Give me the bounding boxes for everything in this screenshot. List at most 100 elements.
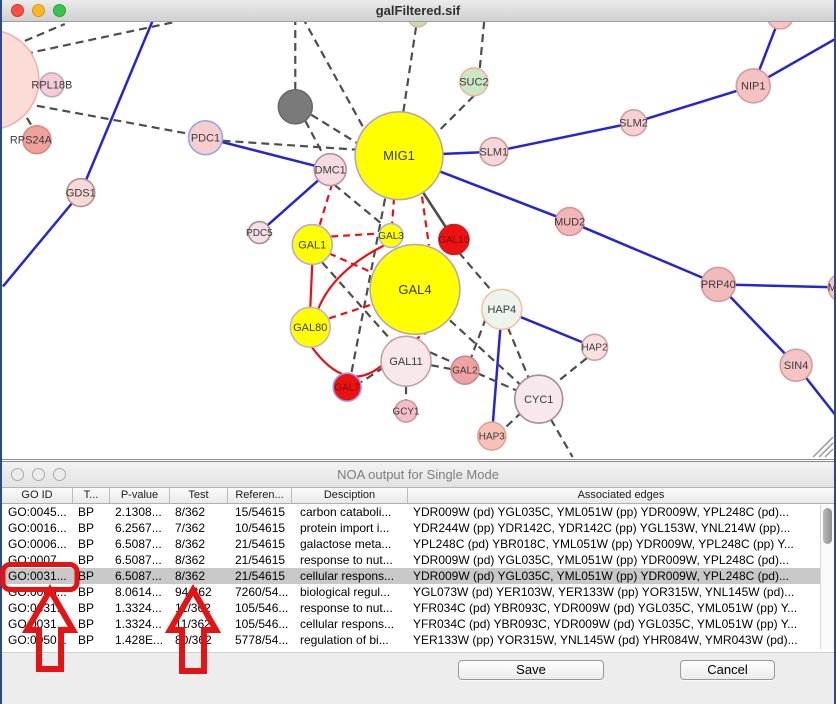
graph-node-GAL1[interactable]: GAL1 — [292, 225, 332, 265]
table-cell: YGL073W (pd) YER103W, YER133W (pp) YOR31… — [408, 584, 834, 600]
graph-edge[interactable] — [319, 184, 332, 227]
column-header-goid[interactable]: GO ID — [2, 488, 73, 503]
column-header-desciption[interactable]: Desciption — [292, 488, 408, 503]
graph-node-GAL11[interactable]: GAL11 — [381, 336, 431, 386]
graph-node-MUD2[interactable]: MUD2 — [554, 208, 585, 236]
resize-grip-icon[interactable] — [819, 443, 833, 457]
graph-node-RPS24A[interactable]: RPS24A — [10, 126, 53, 154]
graph-node-HAP3[interactable]: HAP3 — [478, 422, 506, 450]
table-cell: galactose meta... — [292, 536, 408, 552]
table-cell: 6.5087... — [110, 536, 170, 552]
save-button[interactable]: Save — [458, 660, 604, 680]
graph-edge[interactable] — [81, 22, 155, 193]
table-cell: GO:0031... — [2, 616, 73, 632]
graph-node-SUC2[interactable]: SUC2 — [459, 68, 488, 96]
table-row[interactable]: GO:0050...BP1.428E...80/3625778/54...reg… — [2, 632, 834, 648]
graph-edge[interactable] — [25, 22, 175, 54]
zoom-light-icon[interactable] — [53, 4, 66, 17]
graph-edge[interactable] — [310, 264, 312, 308]
graph-node-GAL10[interactable]: GAL10 — [438, 225, 469, 255]
table-row[interactable]: GO:0031...BP1.3324...11/362105/546...res… — [2, 600, 834, 616]
graph-edge[interactable] — [556, 358, 587, 383]
graph-edge[interactable] — [505, 412, 522, 428]
scrollbar-thumb[interactable] — [823, 508, 832, 544]
graph-node-NIP1[interactable]: NIP1 — [736, 69, 770, 103]
graph-node-HAP4[interactable]: HAP4 — [482, 289, 522, 329]
close-light-icon[interactable] — [11, 468, 24, 481]
graph-edge[interactable] — [634, 86, 754, 123]
table-cell: YDR244W (pp) YDR142C, YDR142C (pp) YGL15… — [408, 520, 834, 536]
graph-edge[interactable] — [422, 197, 429, 246]
table-row[interactable]: GO:0045...BP2.1308...8/36215/54615carbon… — [2, 504, 834, 520]
graph-edge[interactable] — [3, 193, 81, 287]
table-cell: YDR009W (pd) YGL035C, YML051W (pp) YDR00… — [408, 504, 834, 520]
graph-node-GAL4[interactable]: GAL4 — [370, 244, 460, 334]
graph-edge[interactable] — [494, 123, 634, 152]
graph-node-GAL3[interactable]: GAL3 — [378, 224, 404, 248]
table-row-selected[interactable]: GO:0031...BP6.5087...8/36221/54615cellul… — [2, 568, 834, 584]
column-header-referen[interactable]: Referen... — [228, 488, 292, 503]
minimize-light-icon[interactable] — [32, 4, 45, 17]
graph-node-CYC1[interactable]: CYC1 — [515, 375, 563, 423]
graph-node-HAP2[interactable]: HAP2 — [582, 334, 608, 360]
close-light-icon[interactable] — [11, 4, 24, 17]
graph-edge[interactable] — [205, 138, 330, 170]
table-row[interactable]: GO:0016...BP6.2567...7/36210/54615protei… — [2, 520, 834, 536]
graph-node-dark-gray-node[interactable] — [278, 90, 312, 124]
graph-edge[interactable] — [311, 115, 358, 144]
graph-node-PRP40[interactable]: PRP40 — [701, 267, 736, 301]
column-header-t[interactable]: T... — [73, 488, 110, 503]
graph-node-MIG1[interactable]: MIG1 — [355, 112, 443, 200]
zoom-light-icon[interactable] — [53, 468, 66, 481]
cancel-button[interactable]: Cancel — [680, 660, 775, 680]
graph-edge[interactable] — [570, 222, 719, 285]
graph-node-GAL2[interactable]: GAL2 — [451, 356, 479, 384]
graph-edge[interactable] — [438, 96, 474, 132]
graph-node-SIN4[interactable]: SIN4 — [780, 349, 812, 381]
graph-node-SLM2[interactable]: SLM2 — [619, 110, 648, 136]
table-cell: GO:0016... — [2, 520, 73, 536]
graph-node-SLM1[interactable]: SLM1 — [479, 138, 508, 166]
graph-edge[interactable] — [431, 365, 452, 369]
graph-edge[interactable] — [329, 253, 374, 273]
network-titlebar[interactable]: galFiltered.sif — [2, 0, 834, 22]
graph-node-top-right-node[interactable] — [767, 22, 793, 29]
network-canvas[interactable]: RPL18BRPS24AGDS1PDC1MIG1SUC2SLM1DMC1NIP1… — [2, 22, 834, 460]
table-cell: 8/362 — [170, 552, 228, 568]
graph-edge[interactable] — [311, 346, 382, 376]
table-row[interactable]: GO:0006...BP6.5087...8/36221/54615galact… — [2, 536, 834, 552]
graph-edge[interactable] — [331, 234, 379, 237]
graph-node-GAL7[interactable]: GAL7 — [333, 373, 361, 401]
graph-edge[interactable] — [392, 198, 394, 225]
table-cell: 6.5087... — [110, 552, 170, 568]
table-cell: 8.0614... — [110, 584, 170, 600]
graph-node-GAL80[interactable]: GAL80 — [290, 307, 330, 347]
graph-node-PDC1[interactable]: PDC1 — [189, 121, 223, 155]
graph-edge[interactable] — [508, 327, 529, 378]
vertical-scrollbar[interactable] — [820, 505, 834, 649]
table-cell: YER133W (pp) YOR315W, YNL145W (pd) YHR08… — [408, 632, 834, 648]
column-header-pvalue[interactable]: P-value — [110, 488, 170, 503]
graph-node-big-pink-node[interactable] — [2, 30, 39, 130]
graph-node-GDS1[interactable]: GDS1 — [66, 179, 96, 207]
graph-node-top-green-node[interactable] — [408, 22, 428, 27]
graph-edge[interactable] — [459, 252, 494, 293]
graph-edge[interactable] — [37, 106, 189, 134]
graph-edge[interactable] — [403, 22, 418, 114]
table-row[interactable]: GO:0007...BP6.5087...8/36221/54615respon… — [2, 552, 834, 568]
graph-edge[interactable] — [551, 419, 573, 457]
noa-titlebar[interactable]: NOA output for Single Mode — [2, 462, 834, 488]
table-row[interactable]: GO:0031...BP1.3324...11/362105/546...cel… — [2, 616, 834, 632]
column-header-test[interactable]: Test — [170, 488, 228, 503]
table-row[interactable]: GO:0065...BP8.0614...94/3627260/54...bio… — [2, 584, 834, 600]
graph-edge[interactable] — [302, 22, 370, 140]
minimize-light-icon[interactable] — [32, 468, 45, 481]
column-header-associatededges[interactable]: Associated edges — [408, 488, 834, 503]
graph-node-DMC1[interactable]: DMC1 — [314, 154, 346, 186]
graph-edge[interactable] — [305, 121, 323, 155]
graph-node-MSL1[interactable]: MSL1 — [828, 273, 834, 301]
table-cell: YPL248C (pd) YBR018C, YML051W (pp) YDR00… — [408, 536, 834, 552]
table-cell: 2.1308... — [110, 504, 170, 520]
graph-node-GCY1[interactable]: GCY1 — [392, 400, 420, 422]
graph-edge[interactable] — [480, 22, 485, 68]
